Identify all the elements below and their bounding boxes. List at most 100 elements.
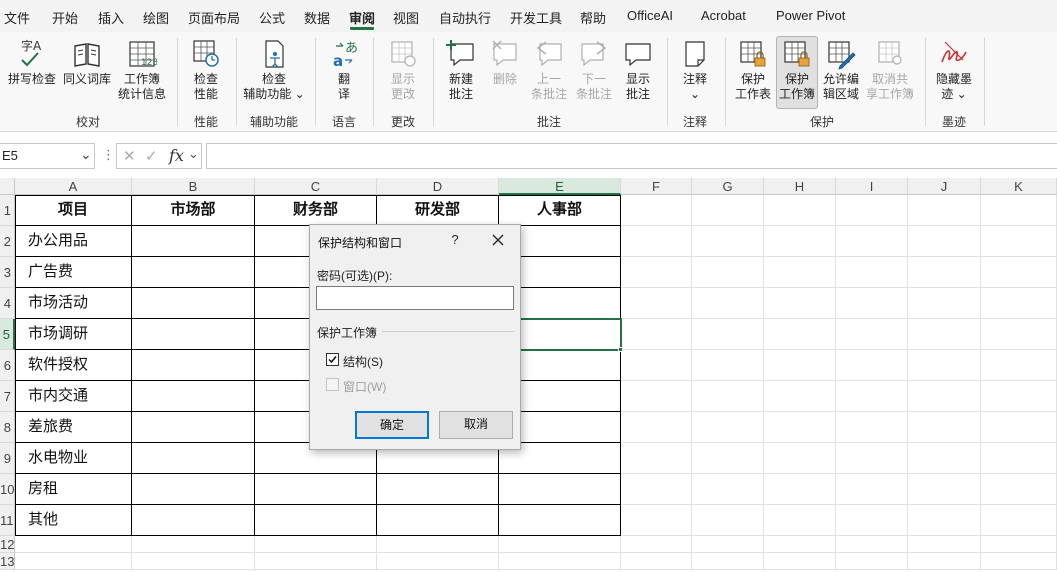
chevron-down-icon[interactable]: ⌄ [80,146,92,163]
grid-cell[interactable] [836,553,908,570]
grid-cell[interactable] [764,350,836,381]
grid-cell[interactable] [692,319,764,350]
grid-cell[interactable] [621,381,692,412]
grid-cell[interactable] [15,553,132,570]
grid-cell[interactable] [764,443,836,474]
column-header[interactable]: K [981,178,1057,195]
grid-cell[interactable] [908,350,981,381]
insert-function-icon[interactable]: fx [169,146,184,165]
grid-cell[interactable] [621,288,692,319]
ok-button[interactable]: 确定 [355,411,429,439]
grid-cell[interactable] [499,553,621,570]
grid-cell[interactable] [621,226,692,257]
name-box[interactable]: E5 ⌄ [0,143,95,169]
grid-cell[interactable] [981,319,1057,350]
grid-cell[interactable] [908,443,981,474]
table-cell[interactable] [377,505,499,536]
row-header[interactable]: 4 [0,288,15,319]
menu-tab[interactable]: Power Pivot [776,8,845,23]
thesaurus-button[interactable]: 同义词库 [60,38,114,87]
next-comment-button[interactable]: 下一 条批注 [573,38,615,102]
chevron-down-icon[interactable]: ⌄ [188,146,199,162]
grid-cell[interactable] [621,195,692,226]
workbook-stats-button[interactable]: 123 工作簿 统计信息 [116,38,168,102]
grid-cell[interactable] [981,350,1057,381]
menu-tab[interactable]: Acrobat [701,8,746,23]
protect-workbook-button[interactable]: 保护 工作簿 [776,36,818,109]
table-cell[interactable] [132,257,255,288]
item-cell[interactable]: 市内交通 [15,381,132,412]
confirm-entry-icon[interactable]: ✓ [145,147,158,165]
grid-cell[interactable] [981,226,1057,257]
item-cell[interactable]: 水电物业 [15,443,132,474]
grid-cell[interactable] [15,536,132,553]
table-cell[interactable] [132,381,255,412]
grid-cell[interactable] [981,381,1057,412]
item-cell[interactable]: 其他 [15,505,132,536]
menu-tab[interactable]: 开始 [52,8,78,27]
delete-comment-button[interactable]: 删除 [486,38,524,87]
table-cell[interactable] [132,412,255,443]
check-performance-button[interactable]: 检查 性能 [185,38,227,102]
grid-cell[interactable] [908,536,981,553]
window-checkbox[interactable] [326,378,339,391]
grid-cell[interactable] [908,226,981,257]
grid-cell[interactable] [621,257,692,288]
row-header[interactable]: 3 [0,257,15,288]
row-header[interactable]: 6 [0,350,15,381]
item-cell[interactable]: 市场活动 [15,288,132,319]
grid-cell[interactable] [255,553,377,570]
grid-cell[interactable] [836,350,908,381]
grid-cell[interactable] [692,195,764,226]
grid-cell[interactable] [132,536,255,553]
menu-tab[interactable]: 文件 [4,8,30,27]
column-header[interactable]: B [132,178,255,195]
item-cell[interactable]: 办公用品 [15,226,132,257]
grid-cell[interactable] [764,226,836,257]
menu-tab[interactable]: 绘图 [143,8,169,27]
grid-cell[interactable] [981,288,1057,319]
grid-cell[interactable] [377,536,499,553]
menu-tab[interactable]: OfficeAI [627,8,673,23]
grid-cell[interactable] [836,226,908,257]
row-header[interactable]: 2 [0,226,15,257]
item-cell[interactable]: 市场调研 [15,319,132,350]
grid-cell[interactable] [981,257,1057,288]
grid-cell[interactable] [981,443,1057,474]
grid-cell[interactable] [692,412,764,443]
grid-cell[interactable] [621,443,692,474]
menu-tab[interactable]: 插入 [98,8,124,27]
menu-tab[interactable]: 帮助 [580,8,606,27]
row-header[interactable]: 9 [0,443,15,474]
grid-cell[interactable] [836,505,908,536]
table-cell[interactable] [255,474,377,505]
grid-cell[interactable] [692,226,764,257]
select-all-corner[interactable] [0,178,15,195]
grid-cell[interactable] [836,412,908,443]
item-cell[interactable]: 软件授权 [15,350,132,381]
grid-cell[interactable] [764,412,836,443]
table-cell[interactable] [377,474,499,505]
column-header[interactable]: J [908,178,981,195]
table-cell[interactable] [499,505,621,536]
grid-cell[interactable] [621,474,692,505]
row-header[interactable]: 8 [0,412,15,443]
column-header[interactable]: C [255,178,377,195]
fill-handle[interactable] [618,347,623,352]
grid-cell[interactable] [836,474,908,505]
menu-tab[interactable]: 开发工具 [510,8,562,27]
cancel-button[interactable]: 取消 [439,411,513,439]
show-changes-button[interactable]: 显示 更改 [383,38,423,102]
grid-cell[interactable] [692,257,764,288]
row-header[interactable]: 7 [0,381,15,412]
grid-cell[interactable] [908,474,981,505]
grid-cell[interactable] [621,412,692,443]
grid-cell[interactable] [908,319,981,350]
unshare-workbook-button[interactable]: 取消共 享工作簿 [864,38,916,102]
grid-cell[interactable] [981,536,1057,553]
menu-tab[interactable]: 审阅 [349,8,375,27]
grid-cell[interactable] [836,443,908,474]
grid-cell[interactable] [908,505,981,536]
row-header[interactable]: 11 [0,505,15,536]
menu-tab[interactable]: 公式 [259,8,285,27]
